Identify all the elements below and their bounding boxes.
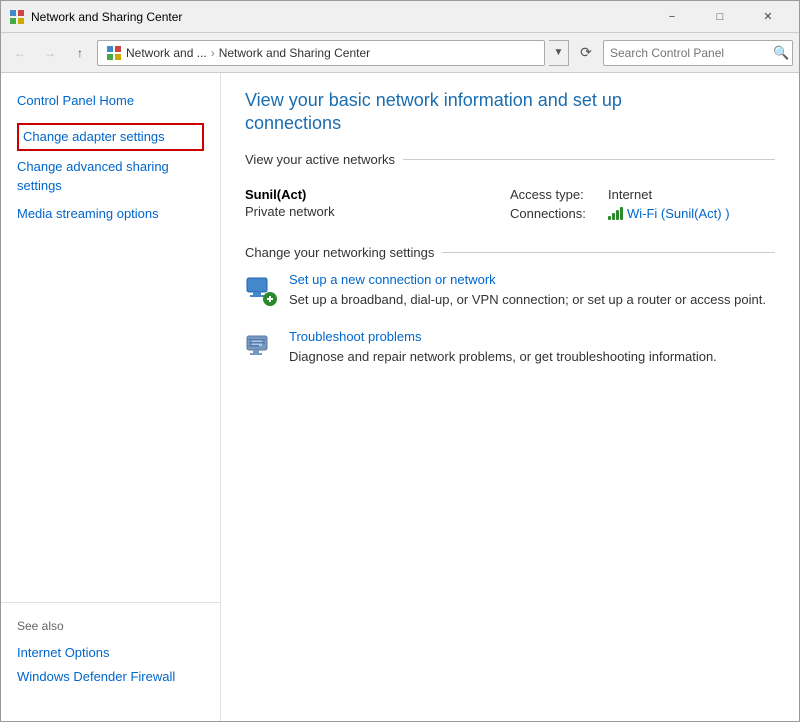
sidebar-item-internet-options[interactable]: Internet Options	[17, 641, 204, 665]
sidebar-see-also: See also Internet Options Windows Defend…	[1, 602, 220, 705]
connections-row: Connections: Wi-Fi (Sunil(Act) )	[510, 206, 775, 221]
up-button[interactable]: ↑	[67, 40, 93, 66]
option-troubleshoot: Troubleshoot problems Diagnose and repai…	[245, 329, 775, 366]
connections-label: Connections:	[510, 206, 600, 221]
network-card: Sunil(Act) Private network Access type: …	[245, 179, 775, 229]
back-button[interactable]: ←	[7, 40, 33, 66]
sidebar: Control Panel Home Change adapter settin…	[1, 73, 221, 721]
search-box: 🔍	[603, 40, 793, 66]
troubleshoot-icon	[245, 331, 277, 363]
search-input[interactable]	[604, 46, 771, 60]
page-title: View your basic network information and …	[245, 89, 775, 136]
main-panel: View your basic network information and …	[221, 73, 799, 721]
sidebar-item-change-adapter-settings[interactable]: Change adapter settings	[17, 123, 204, 151]
network-category: Private network	[245, 204, 510, 219]
networking-settings-header: Change your networking settings	[245, 245, 775, 260]
close-button[interactable]: ✕	[745, 3, 791, 31]
new-connection-icon	[245, 274, 277, 306]
option1-content: Set up a new connection or network Set u…	[289, 272, 775, 309]
option1-link[interactable]: Set up a new connection or network	[289, 272, 775, 287]
option-new-connection: Set up a new connection or network Set u…	[245, 272, 775, 309]
content-area: Control Panel Home Change adapter settin…	[1, 73, 799, 721]
access-type-value: Internet	[608, 187, 652, 202]
sidebar-item-windows-defender-firewall[interactable]: Windows Defender Firewall	[17, 665, 204, 689]
window: Network and Sharing Center − □ ✕ ← → ↑ N…	[0, 0, 800, 722]
sidebar-item-control-panel-home[interactable]: Control Panel Home	[17, 89, 204, 113]
network-access: Access type: Internet Connections:	[510, 187, 775, 221]
path-separator: ›	[211, 46, 215, 60]
access-type-label: Access type:	[510, 187, 600, 202]
path-part1: Network and ...	[126, 46, 207, 60]
wifi-connection-link[interactable]: Wi-Fi (Sunil(Act) )	[608, 206, 730, 221]
sidebar-nav: Control Panel Home Change adapter settin…	[1, 89, 220, 602]
sidebar-item-change-advanced-sharing[interactable]: Change advanced sharing settings	[17, 155, 204, 197]
network-name: Sunil(Act)	[245, 187, 510, 202]
search-button[interactable]: 🔍	[771, 41, 792, 65]
maximize-button[interactable]: □	[697, 3, 743, 31]
refresh-button[interactable]: ⟳	[573, 40, 599, 66]
path-icon	[106, 45, 122, 61]
access-type-row: Access type: Internet	[510, 187, 775, 202]
option2-link[interactable]: Troubleshoot problems	[289, 329, 775, 344]
networking-section: Change your networking settings	[245, 245, 775, 366]
see-also-label: See also	[17, 619, 204, 633]
window-controls: − □ ✕	[649, 3, 791, 31]
wifi-connection-name: Wi-Fi (Sunil(Act) )	[627, 206, 730, 221]
title-bar: Network and Sharing Center − □ ✕	[1, 1, 799, 33]
window-title: Network and Sharing Center	[31, 10, 649, 24]
window-icon	[9, 9, 25, 25]
forward-button[interactable]: →	[37, 40, 63, 66]
option1-desc: Set up a broadband, dial-up, or VPN conn…	[289, 292, 766, 307]
sidebar-item-media-streaming[interactable]: Media streaming options	[17, 202, 204, 226]
path-part2: Network and Sharing Center	[219, 46, 370, 60]
wifi-icon	[608, 206, 623, 220]
minimize-button[interactable]: −	[649, 3, 695, 31]
option2-content: Troubleshoot problems Diagnose and repai…	[289, 329, 775, 366]
address-bar: ← → ↑ Network and ... › Network and Shar…	[1, 33, 799, 73]
path-dropdown-button[interactable]: ▼	[549, 40, 569, 66]
network-info: Sunil(Act) Private network	[245, 187, 510, 221]
option2-desc: Diagnose and repair network problems, or…	[289, 349, 717, 364]
address-path: Network and ... › Network and Sharing Ce…	[97, 40, 545, 66]
active-networks-header: View your active networks	[245, 152, 775, 167]
